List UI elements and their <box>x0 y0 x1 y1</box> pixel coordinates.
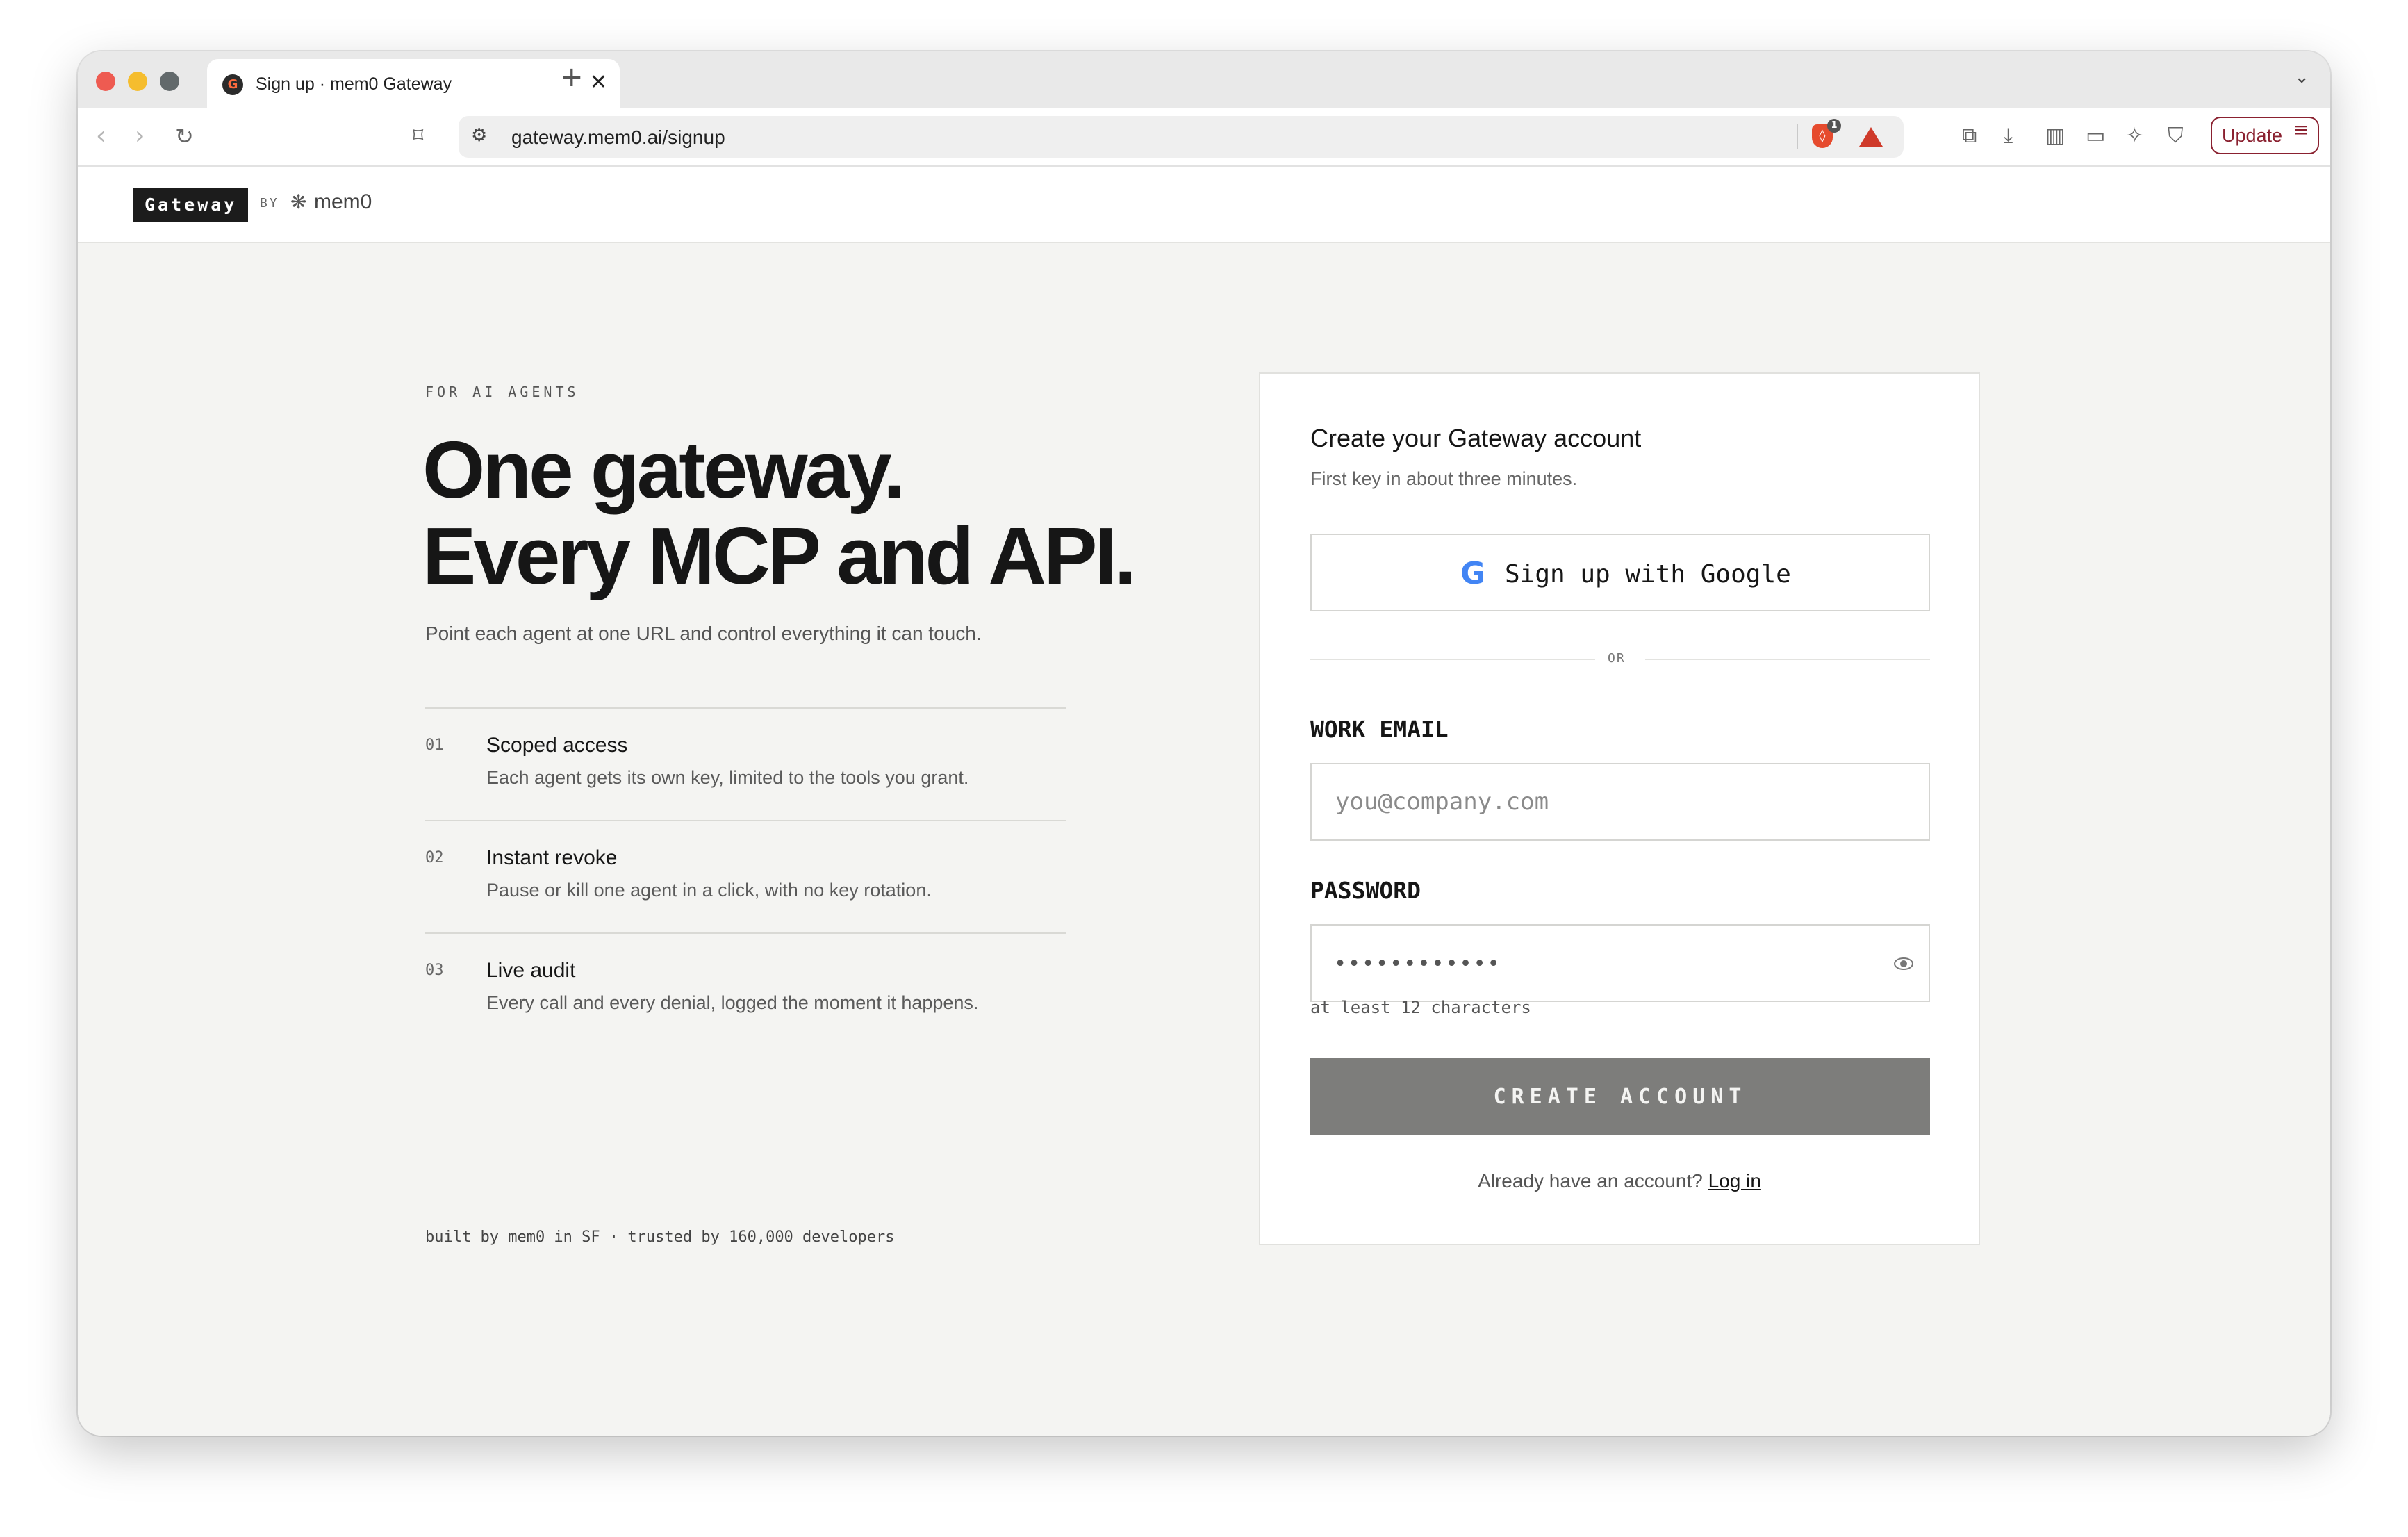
show-password-eye-icon[interactable] <box>1894 957 1913 970</box>
login-prompt: Already have an account? Log in <box>1260 1170 1979 1192</box>
google-icon: G <box>1460 556 1486 591</box>
browser-toolbar: ‹ › ↻ ⌑ ⚙ gateway.mem0.ai/signup ◊ 1 ⧉ ⤓… <box>78 108 2330 167</box>
browser-window: G Sign up · mem0 Gateway ✕ + ⌄ ‹ › ↻ ⌑ ⚙… <box>78 51 2330 1436</box>
download-icon[interactable]: ⤓ <box>2004 121 2013 151</box>
close-tab-icon[interactable]: ✕ <box>590 70 607 94</box>
password-value: •••••••••••• <box>1334 952 1501 976</box>
feature-description: Every call and every denial, logged the … <box>486 992 979 1013</box>
site-settings-icon[interactable]: ⚙ <box>471 125 487 146</box>
vpn-shield-icon[interactable]: ⛉ <box>2168 121 2184 151</box>
tab-title: Sign up · mem0 Gateway <box>256 74 452 94</box>
feature-item: 03 Live audit Every call and every denia… <box>425 932 1066 1045</box>
footnote: built by mem0 in SF · trusted by 160,000… <box>425 1228 895 1246</box>
feature-title: Instant revoke <box>486 846 618 869</box>
divider-right <box>1645 659 1930 660</box>
tab-strip: G Sign up · mem0 Gateway ✕ + ⌄ <box>78 51 2330 108</box>
logo-by-text: BY <box>260 196 279 211</box>
site-header: Gateway BY ❋ mem0 <box>78 167 2330 243</box>
or-separator: OR <box>1608 651 1626 666</box>
email-field[interactable] <box>1310 763 1930 841</box>
tab-signup[interactable]: G Sign up · mem0 Gateway ✕ <box>207 59 620 108</box>
hero-headline: One gateway. Every MCP and API. <box>422 427 1284 599</box>
feature-number: 02 <box>425 849 444 866</box>
extensions-icon[interactable]: ⧉ <box>1962 121 1977 151</box>
email-label: WORK EMAIL <box>1310 716 1449 743</box>
wallet-icon[interactable]: ▭ <box>2086 121 2105 151</box>
feature-number: 01 <box>425 737 444 754</box>
login-prompt-text: Already have an account? <box>1478 1170 1703 1192</box>
sidebar-icon[interactable]: ▥ <box>2045 121 2065 151</box>
headline-line-2: Every MCP and API. <box>422 511 1137 601</box>
feature-description: Each agent gets its own key, limited to … <box>486 767 969 788</box>
feature-list: 01 Scoped access Each agent gets its own… <box>425 707 1066 1045</box>
login-link[interactable]: Log in <box>1708 1170 1761 1192</box>
update-button[interactable]: Update ≡ <box>2211 117 2319 154</box>
reload-icon[interactable]: ↻ <box>175 121 194 151</box>
password-hint: at least 12 characters <box>1310 998 1531 1017</box>
back-icon[interactable]: ‹ <box>96 121 106 151</box>
feature-item: 02 Instant revoke Pause or kill one agen… <box>425 820 1066 932</box>
address-bar[interactable]: ⚙ gateway.mem0.ai/signup ◊ 1 <box>459 116 1904 158</box>
minimize-window-button[interactable] <box>128 72 147 91</box>
feature-number: 03 <box>425 962 444 979</box>
headline-line-1: One gateway. <box>422 425 905 515</box>
maximize-window-button[interactable] <box>160 72 179 91</box>
feature-item: 01 Scoped access Each agent gets its own… <box>425 707 1066 820</box>
create-account-button[interactable]: CREATE ACCOUNT <box>1310 1058 1930 1135</box>
signup-card: Create your Gateway account First key in… <box>1259 372 1980 1245</box>
mem0-logo-icon: ❋ <box>290 190 307 213</box>
close-window-button[interactable] <box>96 72 115 91</box>
url-divider <box>1797 124 1798 149</box>
mem0-favicon-icon: G <box>222 74 243 95</box>
card-subtitle: First key in about three minutes. <box>1310 468 1578 489</box>
feature-title: Live audit <box>486 959 576 982</box>
shield-count-badge: 1 <box>1827 119 1841 133</box>
mem0-brand[interactable]: mem0 <box>314 190 372 214</box>
google-button-label: Sign up with Google <box>1505 560 1791 589</box>
divider-left <box>1310 659 1595 660</box>
forward-icon[interactable]: › <box>135 121 145 151</box>
update-label: Update <box>2222 125 2283 146</box>
gateway-logo[interactable]: Gateway <box>133 188 249 222</box>
eyebrow-label: FOR AI AGENTS <box>425 384 579 400</box>
feature-title: Scoped access <box>486 734 628 757</box>
hero-subline: Point each agent at one URL and control … <box>425 623 982 644</box>
tab-list-chevron-icon[interactable]: ⌄ <box>2294 67 2309 88</box>
url-text[interactable]: gateway.mem0.ai/signup <box>511 126 725 149</box>
password-label: PASSWORD <box>1310 877 1421 904</box>
menu-icon: ≡ <box>2293 118 2309 141</box>
card-title: Create your Gateway account <box>1310 424 1642 452</box>
new-tab-button[interactable]: + <box>560 61 584 93</box>
leo-ai-icon[interactable]: ✧ <box>2126 121 2143 151</box>
bookmark-icon[interactable]: ⌑ <box>413 121 423 151</box>
brave-rewards-icon[interactable] <box>1859 127 1883 147</box>
page-content: Gateway BY ❋ mem0 FOR AI AGENTS One gate… <box>78 167 2330 1436</box>
google-signup-button[interactable]: G Sign up with Google <box>1310 534 1930 611</box>
feature-description: Pause or kill one agent in a click, with… <box>486 880 932 901</box>
